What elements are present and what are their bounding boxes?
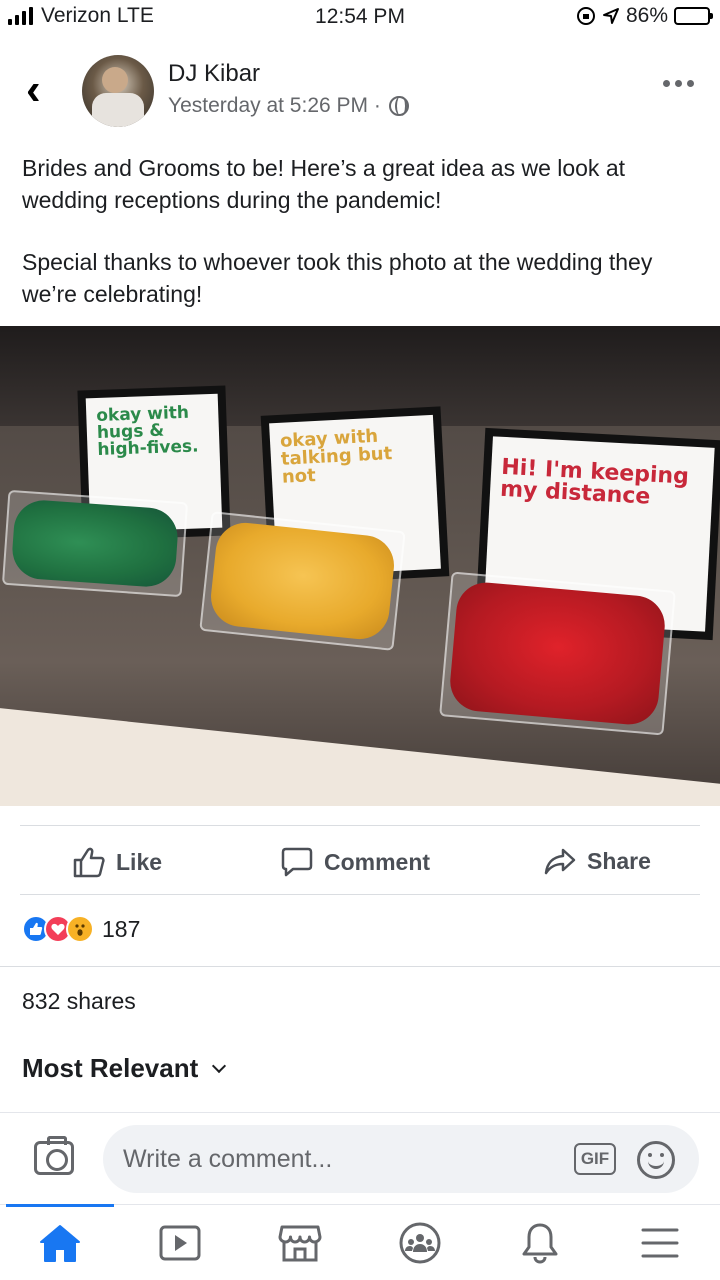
yellow-wristband-bin [199, 511, 406, 651]
watch-icon [159, 1225, 201, 1261]
reaction-count: 187 [102, 915, 141, 942]
status-bar: Verizon LTE 12:54 PM 86% [0, 0, 720, 34]
bottom-tab-bar [0, 1204, 720, 1280]
avatar[interactable] [82, 55, 154, 127]
author-name[interactable]: DJ Kibar [168, 60, 260, 88]
tab-notifications[interactable] [516, 1221, 564, 1265]
post-body: Brides and Grooms to be! Here’s a great … [22, 152, 692, 340]
active-tab-indicator [6, 1204, 114, 1207]
share-count[interactable]: 832 shares [22, 988, 136, 1015]
post-meta: Yesterday at 5:26 PM · [168, 94, 409, 118]
more-options-icon[interactable] [663, 80, 694, 87]
comment-composer: GIF [0, 1112, 720, 1204]
green-wristband-bin [1, 489, 189, 598]
share-button[interactable]: Share [543, 846, 651, 876]
post-photo[interactable]: okay with hugs & high-fives. okay with t… [0, 326, 720, 806]
like-label: Like [116, 848, 163, 875]
globe-icon [388, 96, 409, 116]
reaction-summary[interactable]: 187 [22, 915, 140, 943]
location-icon [602, 8, 619, 24]
share-label: Share [587, 847, 651, 874]
wow-reaction-icon [66, 915, 94, 943]
tab-home[interactable] [36, 1221, 84, 1265]
comment-icon [281, 847, 313, 877]
battery-icon [674, 7, 713, 25]
menu-icon [641, 1228, 679, 1258]
comment-sort-label: Most Relevant [22, 1053, 199, 1083]
tab-groups[interactable] [396, 1221, 444, 1265]
comment-button[interactable]: Comment [280, 846, 430, 878]
emoji-icon[interactable] [637, 1141, 675, 1179]
gif-button[interactable]: GIF [574, 1143, 616, 1175]
divider [0, 966, 720, 967]
notifications-icon [522, 1223, 558, 1264]
red-wristband-bin [439, 571, 676, 736]
chevron-down-icon [212, 1058, 227, 1073]
tab-watch[interactable] [156, 1221, 204, 1265]
battery-percent: 86% [625, 4, 668, 27]
comment-sort-dropdown[interactable]: Most Relevant [22, 1053, 227, 1084]
share-icon [544, 848, 576, 875]
like-button[interactable]: Like [72, 846, 162, 878]
status-right: 86% [576, 4, 713, 28]
comment-label: Comment [324, 848, 431, 875]
groups-icon [399, 1222, 441, 1264]
post-paragraph: Brides and Grooms to be! Here’s a great … [22, 155, 626, 213]
home-icon [40, 1225, 80, 1262]
orientation-lock-icon [576, 7, 595, 25]
post-header: ‹ DJ Kibar Yesterday at 5:26 PM · [0, 50, 720, 140]
marketplace-icon [278, 1225, 322, 1262]
camera-icon[interactable] [34, 1136, 74, 1175]
tab-menu[interactable] [636, 1221, 684, 1265]
back-icon[interactable]: ‹ [26, 68, 41, 112]
post-actions: Like Comment Share [20, 825, 700, 895]
post-timestamp[interactable]: Yesterday at 5:26 PM · [168, 94, 381, 118]
tab-marketplace[interactable] [276, 1221, 324, 1265]
thumbs-up-icon [73, 847, 105, 878]
post-paragraph: Special thanks to whoever took this phot… [22, 249, 653, 307]
